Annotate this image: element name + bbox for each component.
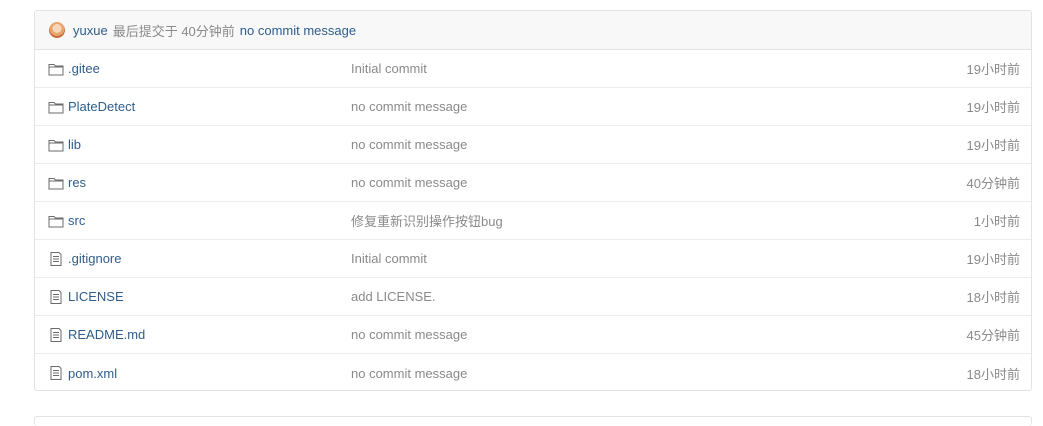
file-name-cell: README.md: [48, 327, 145, 342]
file-link[interactable]: lib: [68, 137, 81, 152]
commit-time-cell: 19小时前: [966, 100, 1020, 115]
folder-icon: [48, 214, 64, 228]
commit-time-cell: 45分钟前: [966, 328, 1020, 343]
commit-message-cell[interactable]: no commit message: [351, 99, 467, 114]
commit-time-cell: 40分钟前: [966, 176, 1020, 191]
commit-message-cell[interactable]: no commit message: [351, 366, 467, 381]
file-link[interactable]: res: [68, 175, 86, 190]
table-row[interactable]: README.md no commit message 45分钟前: [35, 316, 1031, 354]
avatar[interactable]: [49, 22, 65, 38]
file-name-cell: LICENSE: [48, 289, 124, 304]
file-name-cell: src: [48, 213, 85, 228]
file-name-cell: .gitee: [48, 61, 100, 76]
folder-icon: [48, 176, 64, 190]
file-name-cell: pom.xml: [48, 366, 117, 381]
file-name-cell: .gitignore: [48, 251, 121, 266]
table-row[interactable]: res no commit message 40分钟前: [35, 164, 1031, 202]
commit-message-cell[interactable]: Initial commit: [351, 61, 427, 76]
commit-message-cell[interactable]: no commit message: [351, 175, 467, 190]
commit-message-cell[interactable]: add LICENSE.: [351, 289, 436, 304]
table-row[interactable]: .gitignore Initial commit 19小时前: [35, 240, 1031, 278]
folder-icon: [48, 138, 64, 152]
file-link[interactable]: LICENSE: [68, 289, 124, 304]
table-row[interactable]: src 修复重新识别操作按钮bug 1小时前: [35, 202, 1031, 240]
file-link[interactable]: README.md: [68, 327, 145, 342]
commit-message-cell[interactable]: Initial commit: [351, 251, 427, 266]
file-link[interactable]: pom.xml: [68, 366, 117, 381]
folder-icon: [48, 100, 64, 114]
commit-time-cell: 19小时前: [966, 138, 1020, 153]
file-icon: [48, 327, 64, 342]
table-row[interactable]: .gitee Initial commit 19小时前: [35, 50, 1031, 88]
file-table: .gitee Initial commit 19小时前 PlateDetect no c…: [35, 50, 1031, 392]
next-panel: [34, 416, 1032, 426]
commit-message-cell[interactable]: no commit message: [351, 327, 467, 342]
file-link[interactable]: src: [68, 213, 85, 228]
file-icon: [48, 366, 64, 380]
file-name-cell: res: [48, 175, 86, 190]
latest-commit-bar: yuxue 最后提交于 40分钟前 no commit message: [35, 11, 1031, 50]
commit-author[interactable]: yuxue: [73, 23, 108, 38]
file-link[interactable]: PlateDetect: [68, 99, 135, 114]
file-list-panel: yuxue 最后提交于 40分钟前 no commit message .git…: [34, 10, 1032, 391]
commit-time-cell: 18小时前: [966, 290, 1020, 305]
commit-message-cell[interactable]: 修复重新识别操作按钮bug: [351, 211, 503, 230]
file-link[interactable]: .gitee: [68, 61, 100, 76]
file-link[interactable]: .gitignore: [68, 251, 121, 266]
file-icon: [48, 289, 64, 304]
table-row[interactable]: LICENSE add LICENSE. 18小时前: [35, 278, 1031, 316]
table-row[interactable]: pom.xml no commit message 18小时前: [35, 354, 1031, 392]
commit-time-cell: 19小时前: [966, 62, 1020, 77]
commit-time: 最后提交于 40分钟前: [112, 23, 235, 39]
table-row[interactable]: lib no commit message 19小时前: [35, 126, 1031, 164]
commit-message-cell[interactable]: no commit message: [351, 137, 467, 152]
commit-time-cell: 19小时前: [966, 252, 1020, 267]
file-name-cell: lib: [48, 137, 81, 152]
file-name-cell: PlateDetect: [48, 99, 135, 114]
table-row[interactable]: PlateDetect no commit message 19小时前: [35, 88, 1031, 126]
folder-icon: [48, 62, 64, 76]
file-icon: [48, 251, 64, 266]
commit-message[interactable]: no commit message: [240, 23, 356, 38]
commit-time-cell: 1小时前: [973, 214, 1020, 229]
commit-time-cell: 18小时前: [966, 366, 1020, 382]
